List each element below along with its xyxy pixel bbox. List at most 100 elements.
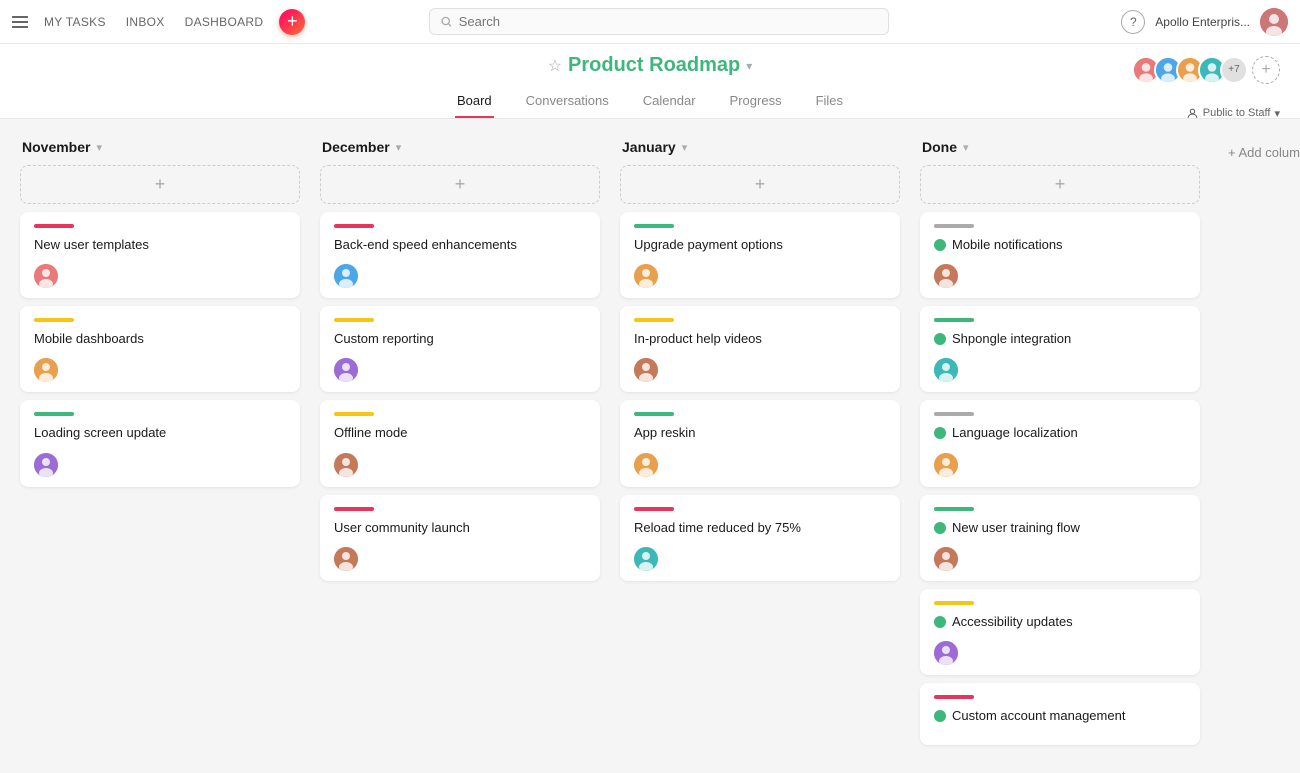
- card-inproduct-help[interactable]: In-product help videos: [620, 306, 900, 392]
- card-avatar[interactable]: [334, 453, 358, 477]
- priority-indicator: [934, 318, 974, 322]
- card-new-user-training-flow[interactable]: New user training flow: [920, 495, 1200, 581]
- project-header: ☆ Product Roadmap ▾ +7 + Board Conversat…: [0, 44, 1300, 119]
- help-button[interactable]: ?: [1121, 10, 1145, 34]
- priority-indicator: [634, 224, 674, 228]
- card-reload-time[interactable]: Reload time reduced by 75%: [620, 495, 900, 581]
- november-chevron-icon[interactable]: ▾: [96, 141, 102, 154]
- column-header-january: January ▾: [620, 139, 900, 155]
- card-title: New user training flow: [934, 519, 1186, 537]
- card-avatar[interactable]: [34, 264, 58, 288]
- column-title-november: November: [22, 139, 90, 155]
- card-custom-reporting[interactable]: Custom reporting: [320, 306, 600, 392]
- card-upgrade-payment[interactable]: Upgrade payment options: [620, 212, 900, 298]
- card-title: Upgrade payment options: [634, 236, 886, 254]
- add-card-january[interactable]: +: [620, 165, 900, 204]
- card-avatar[interactable]: [934, 264, 958, 288]
- priority-indicator: [634, 507, 674, 511]
- add-card-november[interactable]: +: [20, 165, 300, 204]
- card-avatar[interactable]: [934, 358, 958, 382]
- search-bar[interactable]: [429, 8, 889, 35]
- january-chevron-icon[interactable]: ▾: [682, 141, 688, 154]
- add-member-button[interactable]: +: [1252, 56, 1280, 84]
- card-offline-mode[interactable]: Offline mode: [320, 400, 600, 486]
- tab-calendar[interactable]: Calendar: [641, 85, 698, 118]
- add-card-december[interactable]: +: [320, 165, 600, 204]
- priority-indicator: [334, 412, 374, 416]
- card-user-community-launch[interactable]: User community launch: [320, 495, 600, 581]
- hamburger-menu[interactable]: [12, 16, 28, 28]
- done-chevron-icon[interactable]: ▾: [963, 141, 969, 154]
- card-title: Accessibility updates: [934, 613, 1186, 631]
- person-icon: [1186, 107, 1199, 120]
- project-dropdown-arrow[interactable]: ▾: [746, 59, 752, 73]
- column-november: November ▾ + New user templates Mobile d…: [20, 139, 300, 495]
- card-title: Reload time reduced by 75%: [634, 519, 886, 537]
- priority-indicator: [934, 224, 974, 228]
- column-done: Done ▾ + Mobile notifications Shpongle i…: [920, 139, 1200, 753]
- add-column-button[interactable]: + Add column: [1220, 141, 1300, 164]
- card-avatar[interactable]: [34, 453, 58, 477]
- card-avatar[interactable]: [934, 641, 958, 665]
- priority-indicator: [634, 412, 674, 416]
- card-title: User community launch: [334, 519, 586, 537]
- card-title: In-product help videos: [634, 330, 886, 348]
- status-dot: [934, 522, 946, 534]
- visibility-chevron: ▾: [1274, 107, 1280, 120]
- project-tabs: Board Conversations Calendar Progress Fi…: [435, 85, 865, 118]
- extra-members-count[interactable]: +7: [1220, 56, 1248, 84]
- card-backend-speed[interactable]: Back-end speed enhancements: [320, 212, 600, 298]
- priority-indicator: [334, 224, 374, 228]
- card-title: New user templates: [34, 236, 286, 254]
- card-avatar[interactable]: [334, 547, 358, 571]
- column-title-january: January: [622, 139, 676, 155]
- inbox-link[interactable]: INBOX: [126, 15, 165, 29]
- card-avatar[interactable]: [634, 358, 658, 382]
- status-dot: [934, 616, 946, 628]
- add-button[interactable]: +: [279, 9, 305, 35]
- status-dot: [934, 710, 946, 722]
- card-mobile-notifications[interactable]: Mobile notifications: [920, 212, 1200, 298]
- visibility-label: Public to Staff: [1203, 107, 1271, 119]
- card-title: Language localization: [934, 424, 1186, 442]
- my-tasks-link[interactable]: MY TASKS: [44, 15, 106, 29]
- team-avatars: +7 +: [1138, 56, 1280, 84]
- column-title-done: Done: [922, 139, 957, 155]
- december-chevron-icon[interactable]: ▾: [396, 141, 402, 154]
- tab-files[interactable]: Files: [814, 85, 845, 118]
- card-avatar[interactable]: [934, 453, 958, 477]
- card-new-user-templates[interactable]: New user templates: [20, 212, 300, 298]
- star-icon[interactable]: ☆: [548, 56, 562, 76]
- add-card-done[interactable]: +: [920, 165, 1200, 204]
- card-avatar[interactable]: [334, 358, 358, 382]
- priority-indicator: [934, 695, 974, 699]
- priority-indicator: [34, 318, 74, 322]
- card-custom-account-management[interactable]: Custom account management: [920, 683, 1200, 745]
- card-loading-screen-update[interactable]: Loading screen update: [20, 400, 300, 486]
- priority-indicator: [934, 412, 974, 416]
- card-avatar[interactable]: [634, 264, 658, 288]
- priority-indicator: [934, 601, 974, 605]
- user-avatar[interactable]: [1260, 8, 1288, 36]
- card-shpongle-integration[interactable]: Shpongle integration: [920, 306, 1200, 392]
- project-title: Product Roadmap: [568, 54, 740, 77]
- column-title-december: December: [322, 139, 390, 155]
- tab-conversations[interactable]: Conversations: [524, 85, 611, 118]
- card-title: Mobile dashboards: [34, 330, 286, 348]
- card-app-reskin[interactable]: App reskin: [620, 400, 900, 486]
- card-avatar[interactable]: [334, 264, 358, 288]
- dashboard-link[interactable]: DASHBOARD: [185, 15, 264, 29]
- tab-progress[interactable]: Progress: [728, 85, 784, 118]
- search-input[interactable]: [459, 14, 879, 29]
- card-accessibility-updates[interactable]: Accessibility updates: [920, 589, 1200, 675]
- tab-board[interactable]: Board: [455, 85, 494, 118]
- card-title: Offline mode: [334, 424, 586, 442]
- card-mobile-dashboards[interactable]: Mobile dashboards: [20, 306, 300, 392]
- card-avatar[interactable]: [634, 547, 658, 571]
- card-avatar[interactable]: [634, 453, 658, 477]
- status-dot: [934, 333, 946, 345]
- card-avatar[interactable]: [934, 547, 958, 571]
- column-header-done: Done ▾: [920, 139, 1200, 155]
- card-avatar[interactable]: [34, 358, 58, 382]
- card-language-localization[interactable]: Language localization: [920, 400, 1200, 486]
